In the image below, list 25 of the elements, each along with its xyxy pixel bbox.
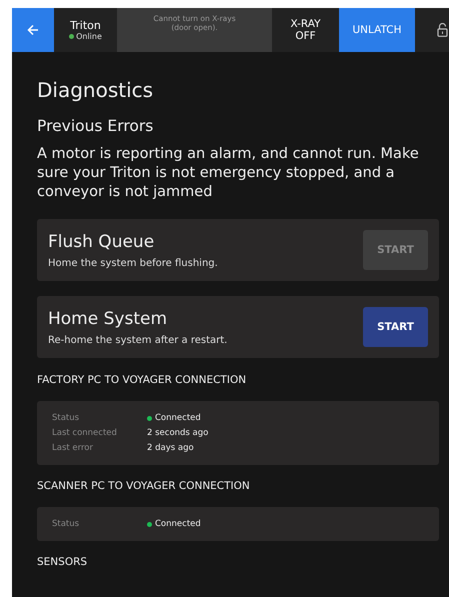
unlatch-button[interactable]: UNLATCH <box>339 8 415 52</box>
action-title: Home System <box>48 308 168 328</box>
page-title: Diagnostics <box>37 78 154 102</box>
info-value: Connected <box>155 519 201 529</box>
lock-icon[interactable] <box>437 23 448 37</box>
info-label: Status <box>52 519 80 529</box>
action-description: Re-home the system after a restart. <box>48 334 228 346</box>
info-value: Connected <box>155 413 201 423</box>
info-label: Last error <box>52 443 94 453</box>
section-heading: SENSORS <box>37 556 88 568</box>
info-value: 2 days ago <box>147 443 194 453</box>
info-label: Status <box>52 413 80 423</box>
back-arrow-icon <box>27 24 39 36</box>
device-status: Online <box>76 32 102 41</box>
device-name: Triton <box>70 19 101 32</box>
start-button[interactable]: START <box>363 307 428 347</box>
error-message: A motor is reporting an alarm, and cannot run. Make sure your Triton is not emergency stopped, and a conveyor is not jammed <box>37 145 420 202</box>
section-heading: SCANNER PC TO VOYAGER CONNECTION <box>37 480 251 492</box>
info-value: 2 seconds ago <box>147 428 208 438</box>
info-label: Last connected <box>52 428 118 438</box>
section-title: Previous Errors <box>37 117 154 135</box>
action-description: Home the system before flushing. <box>48 258 218 268</box>
xray-status: X-RAY OFF <box>289 17 322 44</box>
section-heading: FACTORY PC TO VOYAGER CONNECTION <box>37 374 248 386</box>
action-title: Flush Queue <box>48 232 156 252</box>
